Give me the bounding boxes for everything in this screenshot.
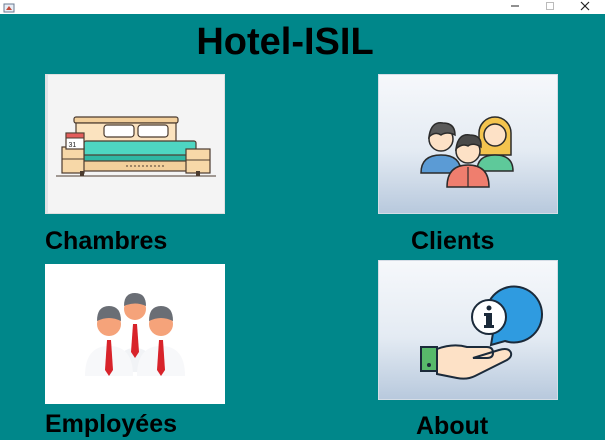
employees-label[interactable]: Employées xyxy=(45,410,177,438)
main-panel: Hotel-ISIL 31 Chambres Clients Employées… xyxy=(0,14,605,440)
window-titlebar[interactable] xyxy=(0,0,605,14)
about-label[interactable]: About xyxy=(416,412,488,440)
clients-button[interactable] xyxy=(378,74,558,214)
info-hand-icon xyxy=(420,285,543,380)
java-app-icon xyxy=(3,0,15,13)
maximize-button[interactable] xyxy=(535,0,565,12)
svg-text:31: 31 xyxy=(69,142,77,149)
about-button[interactable] xyxy=(378,260,558,400)
app-title: Hotel-ISIL xyxy=(196,21,374,63)
minimize-button[interactable] xyxy=(500,0,530,12)
bed-icon: 31 xyxy=(46,75,216,213)
clients-group-icon xyxy=(420,116,514,188)
chambres-button[interactable]: 31 xyxy=(45,74,225,214)
close-window-button[interactable] xyxy=(570,0,600,12)
employees-group-icon xyxy=(85,293,185,376)
chambres-label[interactable]: Chambres xyxy=(45,227,167,255)
clients-label[interactable]: Clients xyxy=(411,227,494,255)
employees-button[interactable] xyxy=(45,264,225,404)
